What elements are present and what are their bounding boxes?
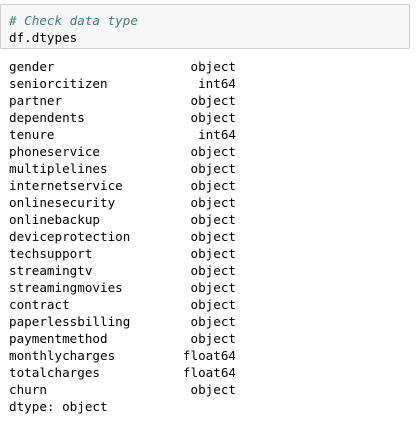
list-item: paperlessbilling object <box>9 313 236 330</box>
output-area: gender object seniorcitizen int64 partner obj… <box>9 58 236 415</box>
column-name: monthlycharges <box>9 348 116 363</box>
column-name: paperlessbilling <box>9 314 131 329</box>
list-item: deviceprotection object <box>9 228 236 245</box>
list-item: streamingmovies object <box>9 279 236 296</box>
column-name: onlinebackup <box>9 212 100 227</box>
column-dtype: int64 <box>198 76 236 91</box>
column-dtype: object <box>190 144 237 159</box>
column-dtype: object <box>190 59 237 74</box>
column-name: onlinesecurity <box>9 195 116 210</box>
column-name: deviceprotection <box>9 229 131 244</box>
list-item: internetservice object <box>9 177 236 194</box>
list-item: partner object <box>9 92 236 109</box>
column-dtype: object <box>190 331 237 346</box>
column-dtype: float64 <box>182 348 236 363</box>
column-name: phoneservice <box>9 144 100 159</box>
column-dtype: object <box>190 246 237 261</box>
column-name: tenure <box>9 127 55 142</box>
column-dtype: object <box>190 229 237 244</box>
column-name: techsupport <box>9 246 93 261</box>
column-dtype: object <box>190 110 237 125</box>
list-item: dependents object <box>9 109 236 126</box>
column-dtype: object <box>190 161 237 176</box>
code-input-cell[interactable]: # Check data type df.dtypes <box>0 4 410 49</box>
list-item: phoneservice object <box>9 143 236 160</box>
list-item: monthlycharges float64 <box>9 347 236 364</box>
list-item: contract object <box>9 296 236 313</box>
column-name: totalcharges <box>9 365 100 380</box>
column-name: gender <box>9 59 55 74</box>
list-item: techsupport object <box>9 245 236 262</box>
column-dtype: int64 <box>198 127 236 142</box>
code-statement: df.dtypes <box>9 30 78 45</box>
list-item: tenure int64 <box>9 126 236 143</box>
code-comment: # Check data type <box>9 13 138 28</box>
dtype-list: gender object seniorcitizen int64 partner obj… <box>9 58 236 398</box>
list-item: totalcharges float64 <box>9 364 236 381</box>
column-dtype: object <box>190 195 237 210</box>
list-item: seniorcitizen int64 <box>9 75 236 92</box>
list-item: multiplelines object <box>9 160 236 177</box>
column-name: partner <box>9 93 63 108</box>
column-dtype: object <box>190 212 237 227</box>
column-dtype: object <box>190 93 237 108</box>
column-dtype: object <box>190 382 237 397</box>
list-item: onlinebackup object <box>9 211 236 228</box>
column-name: internetservice <box>9 178 123 193</box>
dtype-footer: dtype: object <box>9 399 108 414</box>
list-item: streamingtv object <box>9 262 236 279</box>
column-name: contract <box>9 297 70 312</box>
column-dtype: float64 <box>182 365 236 380</box>
column-name: seniorcitizen <box>9 76 108 91</box>
column-dtype: object <box>190 280 237 295</box>
column-name: streamingmovies <box>9 280 123 295</box>
column-name: dependents <box>9 110 85 125</box>
list-item: churn object <box>9 381 236 398</box>
list-item: gender object <box>9 58 236 75</box>
list-item: paymentmethod object <box>9 330 236 347</box>
column-dtype: object <box>190 297 237 312</box>
column-dtype: object <box>190 178 237 193</box>
list-item: onlinesecurity object <box>9 194 236 211</box>
column-name: churn <box>9 382 47 397</box>
column-dtype: object <box>190 314 237 329</box>
column-dtype: object <box>190 263 237 278</box>
column-name: paymentmethod <box>9 331 108 346</box>
column-name: multiplelines <box>9 161 108 176</box>
column-name: streamingtv <box>9 263 93 278</box>
